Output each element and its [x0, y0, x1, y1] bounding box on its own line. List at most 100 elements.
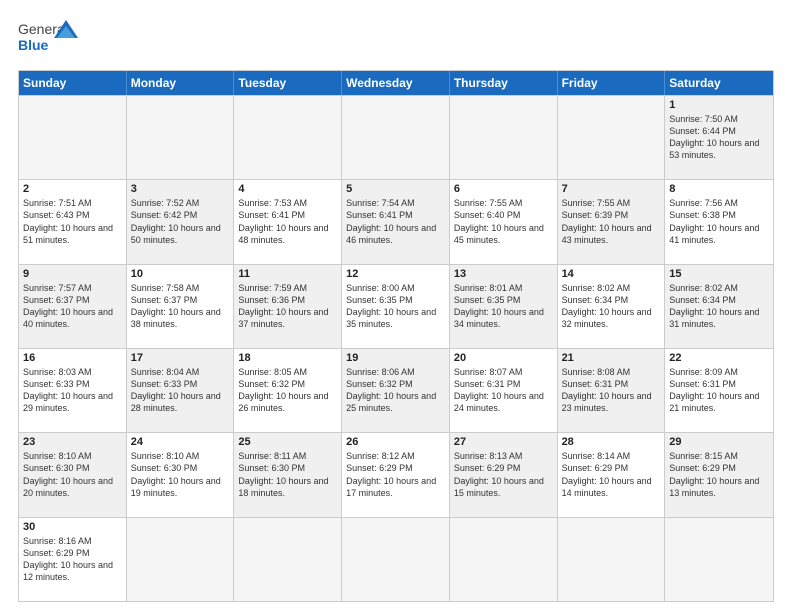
empty-cell: [127, 96, 235, 179]
day-cell-29: 29 Sunrise: 8:15 AM Sunset: 6:29 PM Dayli…: [665, 433, 773, 516]
day-number: 9: [23, 268, 122, 280]
day-info: Sunrise: 8:01 AM Sunset: 6:35 PM Dayligh…: [454, 282, 553, 331]
day-cell-14: 14 Sunrise: 8:02 AM Sunset: 6:34 PM Dayli…: [558, 265, 666, 348]
calendar-row-4: 23 Sunrise: 8:10 AM Sunset: 6:30 PM Dayli…: [19, 432, 773, 516]
day-number: 19: [346, 352, 445, 364]
day-info: Sunrise: 8:07 AM Sunset: 6:31 PM Dayligh…: [454, 366, 553, 415]
day-number: 26: [346, 436, 445, 448]
day-cell-22: 22 Sunrise: 8:09 AM Sunset: 6:31 PM Dayli…: [665, 349, 773, 432]
day-info: Sunrise: 8:02 AM Sunset: 6:34 PM Dayligh…: [562, 282, 661, 331]
day-cell-26: 26 Sunrise: 8:12 AM Sunset: 6:29 PM Dayli…: [342, 433, 450, 516]
day-number: 3: [131, 183, 230, 195]
weekday-header-monday: Monday: [127, 71, 235, 95]
day-info: Sunrise: 8:05 AM Sunset: 6:32 PM Dayligh…: [238, 366, 337, 415]
day-cell-12: 12Sunrise: 8:00 AM Sunset: 6:35 PM Dayli…: [342, 265, 450, 348]
weekday-header-wednesday: Wednesday: [342, 71, 450, 95]
day-number: 22: [669, 352, 769, 364]
empty-cell: [19, 96, 127, 179]
day-number: 2: [23, 183, 122, 195]
day-cell-7: 7Sunrise: 7:55 AM Sunset: 6:39 PM Daylig…: [558, 180, 666, 263]
day-info: Sunrise: 7:50 AM Sunset: 6:44 PM Dayligh…: [669, 113, 769, 162]
empty-cell: [450, 518, 558, 601]
day-info: Sunrise: 8:04 AM Sunset: 6:33 PM Dayligh…: [131, 366, 230, 415]
weekday-header-tuesday: Tuesday: [234, 71, 342, 95]
day-cell-6: 6 Sunrise: 7:55 AM Sunset: 6:40 PM Daylig…: [450, 180, 558, 263]
weekday-header-saturday: Saturday: [665, 71, 773, 95]
day-number: 20: [454, 352, 553, 364]
weekday-header-thursday: Thursday: [450, 71, 558, 95]
day-number: 29: [669, 436, 769, 448]
empty-cell: [342, 96, 450, 179]
day-number: 17: [131, 352, 230, 364]
day-cell-25: 25 Sunrise: 8:11 AM Sunset: 6:30 PM Dayli…: [234, 433, 342, 516]
day-number: 15: [669, 268, 769, 280]
day-info: Sunrise: 8:16 AM Sunset: 6:29 PM Dayligh…: [23, 535, 122, 584]
day-info: Sunrise: 8:10 AM Sunset: 6:30 PM Dayligh…: [131, 450, 230, 499]
day-info: Sunrise: 8:08 AM Sunset: 6:31 PM Dayligh…: [562, 366, 661, 415]
day-number: 5: [346, 183, 445, 195]
weekday-header-sunday: Sunday: [19, 71, 127, 95]
day-info: Sunrise: 7:57 AM Sunset: 6:37 PM Dayligh…: [23, 282, 122, 331]
day-info: Sunrise: 7:56 AM Sunset: 6:38 PM Dayligh…: [669, 197, 769, 246]
day-info: Sunrise: 7:59 AM Sunset: 6:36 PM Dayligh…: [238, 282, 337, 331]
empty-cell: [450, 96, 558, 179]
empty-cell: [665, 518, 773, 601]
day-number: 14: [562, 268, 661, 280]
day-info: Sunrise: 8:09 AM Sunset: 6:31 PM Dayligh…: [669, 366, 769, 415]
day-info: Sunrise: 8:14 AM Sunset: 6:29 PM Dayligh…: [562, 450, 661, 499]
day-info: Sunrise: 7:54 AM Sunset: 6:41 PM Dayligh…: [346, 197, 445, 246]
logo-svg: GeneralBlue: [18, 18, 78, 62]
day-number: 23: [23, 436, 122, 448]
calendar-row-3: 16 Sunrise: 8:03 AM Sunset: 6:33 PM Dayli…: [19, 348, 773, 432]
day-number: 7: [562, 183, 661, 195]
day-cell-23: 23 Sunrise: 8:10 AM Sunset: 6:30 PM Dayli…: [19, 433, 127, 516]
day-cell-8: 8Sunrise: 7:56 AM Sunset: 6:38 PM Daylig…: [665, 180, 773, 263]
weekday-header-friday: Friday: [558, 71, 666, 95]
day-info: Sunrise: 8:11 AM Sunset: 6:30 PM Dayligh…: [238, 450, 337, 499]
day-cell-15: 15 Sunrise: 8:02 AM Sunset: 6:34 PM Dayli…: [665, 265, 773, 348]
day-info: Sunrise: 7:58 AM Sunset: 6:37 PM Dayligh…: [131, 282, 230, 331]
day-cell-1: 1 Sunrise: 7:50 AM Sunset: 6:44 PM Daylig…: [665, 96, 773, 179]
day-info: Sunrise: 8:10 AM Sunset: 6:30 PM Dayligh…: [23, 450, 122, 499]
day-number: 21: [562, 352, 661, 364]
day-info: Sunrise: 8:03 AM Sunset: 6:33 PM Dayligh…: [23, 366, 122, 415]
svg-text:Blue: Blue: [18, 37, 49, 53]
header: GeneralBlue: [18, 18, 774, 62]
day-number: 30: [23, 521, 122, 533]
day-info: Sunrise: 7:51 AM Sunset: 6:43 PM Dayligh…: [23, 197, 122, 246]
day-cell-9: 9 Sunrise: 7:57 AM Sunset: 6:37 PM Daylig…: [19, 265, 127, 348]
day-number: 6: [454, 183, 553, 195]
day-cell-28: 28 Sunrise: 8:14 AM Sunset: 6:29 PM Dayli…: [558, 433, 666, 516]
day-cell-17: 17 Sunrise: 8:04 AM Sunset: 6:33 PM Dayli…: [127, 349, 235, 432]
day-cell-3: 3Sunrise: 7:52 AM Sunset: 6:42 PM Daylig…: [127, 180, 235, 263]
day-number: 18: [238, 352, 337, 364]
day-cell-2: 2 Sunrise: 7:51 AM Sunset: 6:43 PM Daylig…: [19, 180, 127, 263]
day-cell-30: 30 Sunrise: 8:16 AM Sunset: 6:29 PM Dayli…: [19, 518, 127, 601]
day-number: 28: [562, 436, 661, 448]
day-info: Sunrise: 7:55 AM Sunset: 6:40 PM Dayligh…: [454, 197, 553, 246]
day-info: Sunrise: 8:02 AM Sunset: 6:34 PM Dayligh…: [669, 282, 769, 331]
day-number: 4: [238, 183, 337, 195]
day-number: 10: [131, 268, 230, 280]
calendar-body: 1 Sunrise: 7:50 AM Sunset: 6:44 PM Daylig…: [19, 95, 773, 601]
empty-cell: [558, 96, 666, 179]
day-cell-24: 24 Sunrise: 8:10 AM Sunset: 6:30 PM Dayli…: [127, 433, 235, 516]
day-cell-11: 11Sunrise: 7:59 AM Sunset: 6:36 PM Dayli…: [234, 265, 342, 348]
day-number: 16: [23, 352, 122, 364]
calendar-row-2: 9 Sunrise: 7:57 AM Sunset: 6:37 PM Daylig…: [19, 264, 773, 348]
page: GeneralBlue SundayMondayTuesdayWednesday…: [0, 0, 792, 612]
day-info: Sunrise: 8:12 AM Sunset: 6:29 PM Dayligh…: [346, 450, 445, 499]
day-number: 25: [238, 436, 337, 448]
empty-cell: [558, 518, 666, 601]
day-cell-18: 18 Sunrise: 8:05 AM Sunset: 6:32 PM Dayli…: [234, 349, 342, 432]
day-cell-13: 13Sunrise: 8:01 AM Sunset: 6:35 PM Dayli…: [450, 265, 558, 348]
day-number: 1: [669, 99, 769, 111]
calendar: SundayMondayTuesdayWednesdayThursdayFrid…: [18, 70, 774, 602]
day-cell-10: 10 Sunrise: 7:58 AM Sunset: 6:37 PM Dayli…: [127, 265, 235, 348]
day-info: Sunrise: 8:15 AM Sunset: 6:29 PM Dayligh…: [669, 450, 769, 499]
day-info: Sunrise: 8:00 AM Sunset: 6:35 PM Dayligh…: [346, 282, 445, 331]
day-cell-21: 21 Sunrise: 8:08 AM Sunset: 6:31 PM Dayli…: [558, 349, 666, 432]
day-number: 24: [131, 436, 230, 448]
day-cell-16: 16 Sunrise: 8:03 AM Sunset: 6:33 PM Dayli…: [19, 349, 127, 432]
empty-cell: [234, 518, 342, 601]
